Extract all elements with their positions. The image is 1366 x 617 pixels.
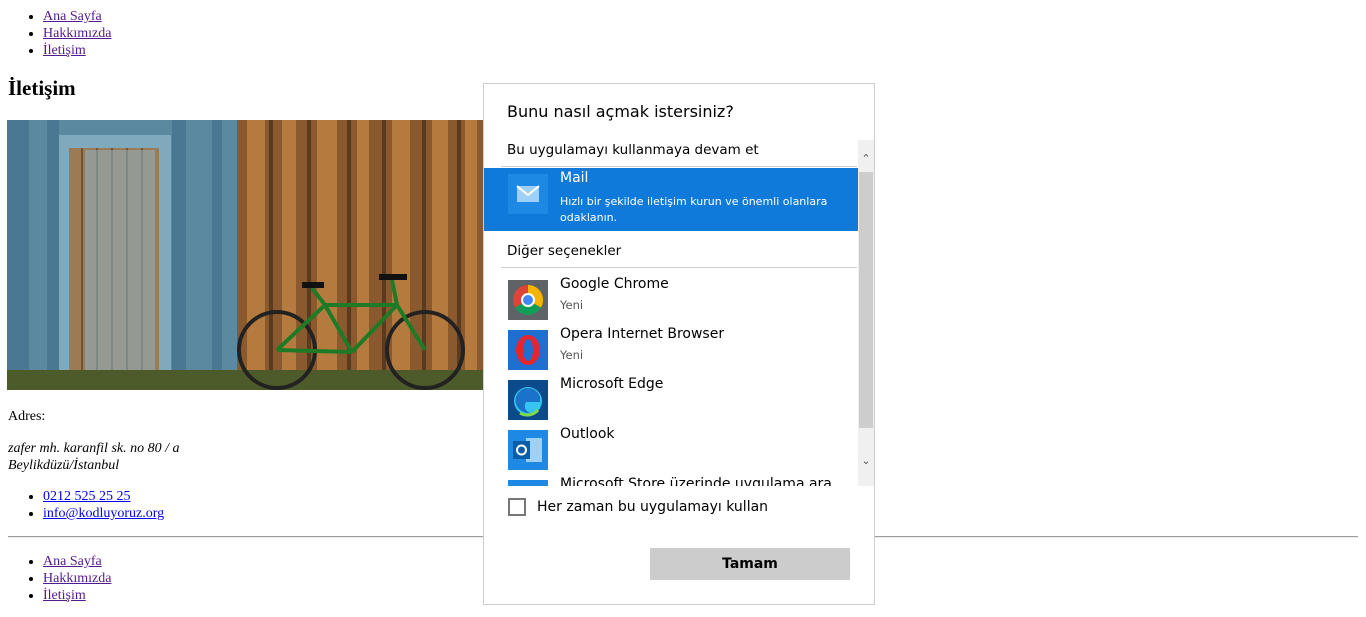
app-name: Mail [560, 170, 589, 186]
address-line-1: zafer mh. karanfil sk. no 80 / a [8, 441, 180, 456]
nav-item: İletişim [43, 42, 111, 59]
nav-link-about[interactable]: Hakkımızda [43, 26, 111, 41]
contact-item: info@kodluyoruz.org [43, 505, 164, 522]
hero-image [7, 120, 485, 390]
address: zafer mh. karanfil sk. no 80 / a Beylikd… [8, 440, 180, 474]
footer-link-home[interactable]: Ana Sayfa [43, 554, 102, 569]
always-use-checkbox[interactable] [508, 498, 526, 516]
opera-icon [508, 330, 548, 370]
app-badge: Yeni [560, 348, 584, 362]
section-current-heading: Bu uygulamayı kullanmaya devam et [507, 142, 759, 158]
address-line-2: Beylikdüzü/İstanbul [8, 458, 120, 473]
always-use-label: Her zaman bu uygulamayı kullan [537, 499, 769, 515]
contact-list: 0212 525 25 25 info@kodluyoruz.org [0, 488, 164, 522]
address-label: Adres: [8, 409, 46, 424]
app-item-store[interactable]: Microsoft Store üzerinde uygulama ara [484, 474, 858, 486]
app-name: Outlook [560, 426, 615, 442]
outlook-icon [508, 430, 548, 470]
footer-link-about[interactable]: Hakkımızda [43, 571, 111, 586]
app-description: Hızlı bir şekilde iletişim kurun ve önem… [560, 195, 828, 224]
store-icon [508, 480, 548, 486]
open-with-dialog: Bunu nasıl açmak istersiniz? Bu uygulama… [483, 83, 875, 605]
app-name: Opera Internet Browser [560, 326, 725, 342]
section-other-heading: Diğer seçenekler [507, 243, 622, 259]
app-name: Microsoft Edge [560, 376, 664, 392]
nav-link-home[interactable]: Ana Sayfa [43, 9, 102, 24]
app-list: Mail Hızlı bir şekilde iletişim kurun ve… [484, 168, 858, 486]
app-item-mail[interactable]: Mail Hızlı bir şekilde iletişim kurun ve… [484, 168, 858, 231]
page-title: İletişim [8, 76, 76, 100]
phone-link[interactable]: 0212 525 25 25 [43, 489, 131, 504]
footer-link-contact[interactable]: İletişim [43, 588, 86, 603]
scrollbar-thumb[interactable] [859, 172, 873, 428]
nav-item: İletişim [43, 587, 111, 604]
app-name: Microsoft Store üzerinde uygulama ara [560, 476, 832, 486]
top-nav: Ana Sayfa Hakkımızda İletişim [0, 8, 111, 59]
edge-icon [508, 380, 548, 420]
ok-button[interactable]: Tamam [650, 548, 850, 580]
nav-link-contact[interactable]: İletişim [43, 43, 86, 58]
email-link[interactable]: info@kodluyoruz.org [43, 506, 164, 521]
app-badge: Yeni [560, 298, 584, 312]
contact-item: 0212 525 25 25 [43, 488, 164, 505]
section-divider [501, 166, 857, 167]
section-divider [501, 267, 857, 268]
nav-item: Hakkımızda [43, 570, 111, 587]
nav-item: Ana Sayfa [43, 553, 111, 570]
nav-item: Hakkımızda [43, 25, 111, 42]
scroll-down-icon[interactable]: ⌄ [858, 452, 874, 470]
scroll-up-icon[interactable]: ⌃ [858, 150, 874, 168]
chrome-icon [508, 280, 548, 320]
nav-item: Ana Sayfa [43, 8, 111, 25]
mail-icon [508, 174, 548, 214]
scrollbar[interactable]: ⌃ ⌄ [858, 140, 874, 486]
footer-nav: Ana Sayfa Hakkımızda İletişim [0, 553, 111, 604]
dialog-title: Bunu nasıl açmak istersiniz? [507, 102, 734, 121]
app-name: Google Chrome [560, 276, 669, 292]
